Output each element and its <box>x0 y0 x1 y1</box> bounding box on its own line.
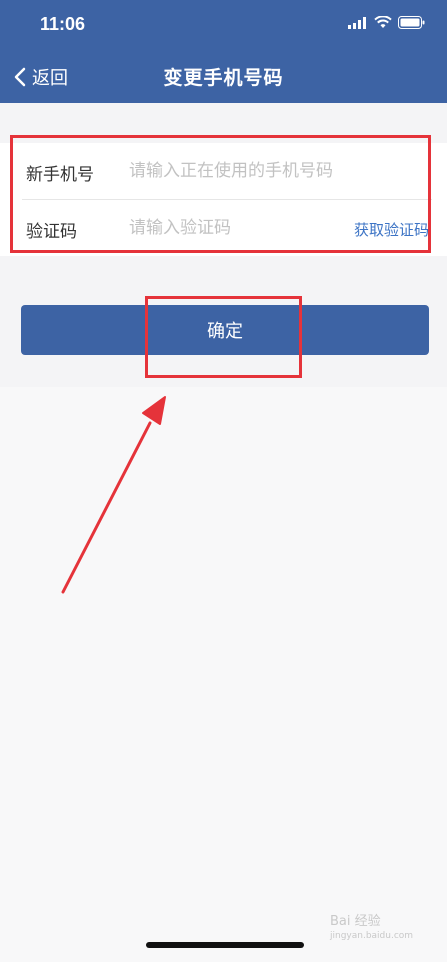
annotation-arrow <box>61 396 166 594</box>
watermark-line1: Bai 经验 <box>330 914 381 929</box>
home-indicator[interactable] <box>146 942 304 948</box>
watermark-line2: jingyan.baidu.com <box>330 931 414 941</box>
baidu-watermark: Bai 经验 jingyan.baidu.com <box>330 910 440 950</box>
